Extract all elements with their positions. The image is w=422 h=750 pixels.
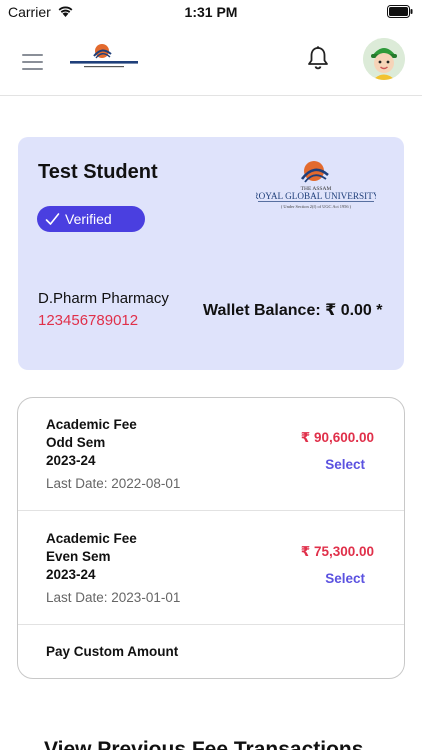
fee-title-line: 2023-24: [46, 453, 96, 468]
fee-list: Academic Fee Odd Sem 2023-24 Last Date: …: [17, 397, 405, 679]
fee-title: Academic Fee Even Sem 2023-24: [46, 530, 137, 584]
logo-line3: ( Under Section 2(f) of UGC Act 1956 ): [281, 204, 352, 209]
fee-last-date: Last Date: 2023-01-01: [46, 590, 181, 605]
logo-line2: ROYAL GLOBAL UNIVERSITY: [256, 191, 376, 201]
fee-item-odd-sem[interactable]: Academic Fee Odd Sem 2023-24 Last Date: …: [18, 398, 404, 511]
fee-title-line: Odd Sem: [46, 435, 106, 450]
fee-title: Academic Fee Odd Sem 2023-24: [46, 416, 137, 470]
fee-title-line: Even Sem: [46, 549, 111, 564]
student-name: Test Student: [38, 161, 158, 183]
fee-amount: ₹ 90,600.00: [300, 430, 374, 445]
previous-transactions-heading: View Previous Fee Transactions: [44, 738, 364, 750]
fee-title-line: 2023-24: [46, 567, 96, 582]
avatar-illustration-icon: [363, 38, 405, 80]
course-name: D.Pharm Pharmacy: [38, 290, 169, 307]
university-logo: THE ASSAM ROYAL GLOBAL UNIVERSITY ( Unde…: [256, 161, 376, 209]
battery-icon: [387, 5, 413, 18]
user-avatar[interactable]: [363, 38, 405, 80]
student-id: 123456789012: [38, 312, 139, 329]
select-button[interactable]: Select: [325, 571, 365, 586]
verified-badge: Verified: [37, 206, 145, 232]
select-button[interactable]: Select: [325, 457, 365, 472]
fee-last-date: Last Date: 2022-08-01: [46, 476, 181, 491]
fee-title-line: Academic Fee: [46, 417, 137, 432]
fee-item-even-sem[interactable]: Academic Fee Even Sem 2023-24 Last Date:…: [18, 512, 404, 625]
wallet-balance: Wallet Balance: ₹ 0.00 *: [203, 302, 383, 319]
student-profile-card: Test Student Verified THE ASSAM ROYAL GL…: [18, 137, 404, 370]
fee-amount: ₹ 75,300.00: [300, 544, 374, 559]
fee-title-line: Academic Fee: [46, 531, 137, 546]
pay-custom-amount-button[interactable]: Pay Custom Amount: [46, 644, 178, 659]
checkmark-icon: [45, 213, 60, 225]
bell-icon[interactable]: [306, 45, 330, 71]
app-header: [0, 26, 422, 96]
royal-global-university-logo: [70, 44, 138, 68]
status-bar: Carrier 1:31 PM: [0, 0, 422, 26]
hamburger-menu-icon[interactable]: [22, 54, 43, 70]
clock: 1:31 PM: [184, 4, 238, 20]
verified-label: Verified: [65, 211, 112, 227]
